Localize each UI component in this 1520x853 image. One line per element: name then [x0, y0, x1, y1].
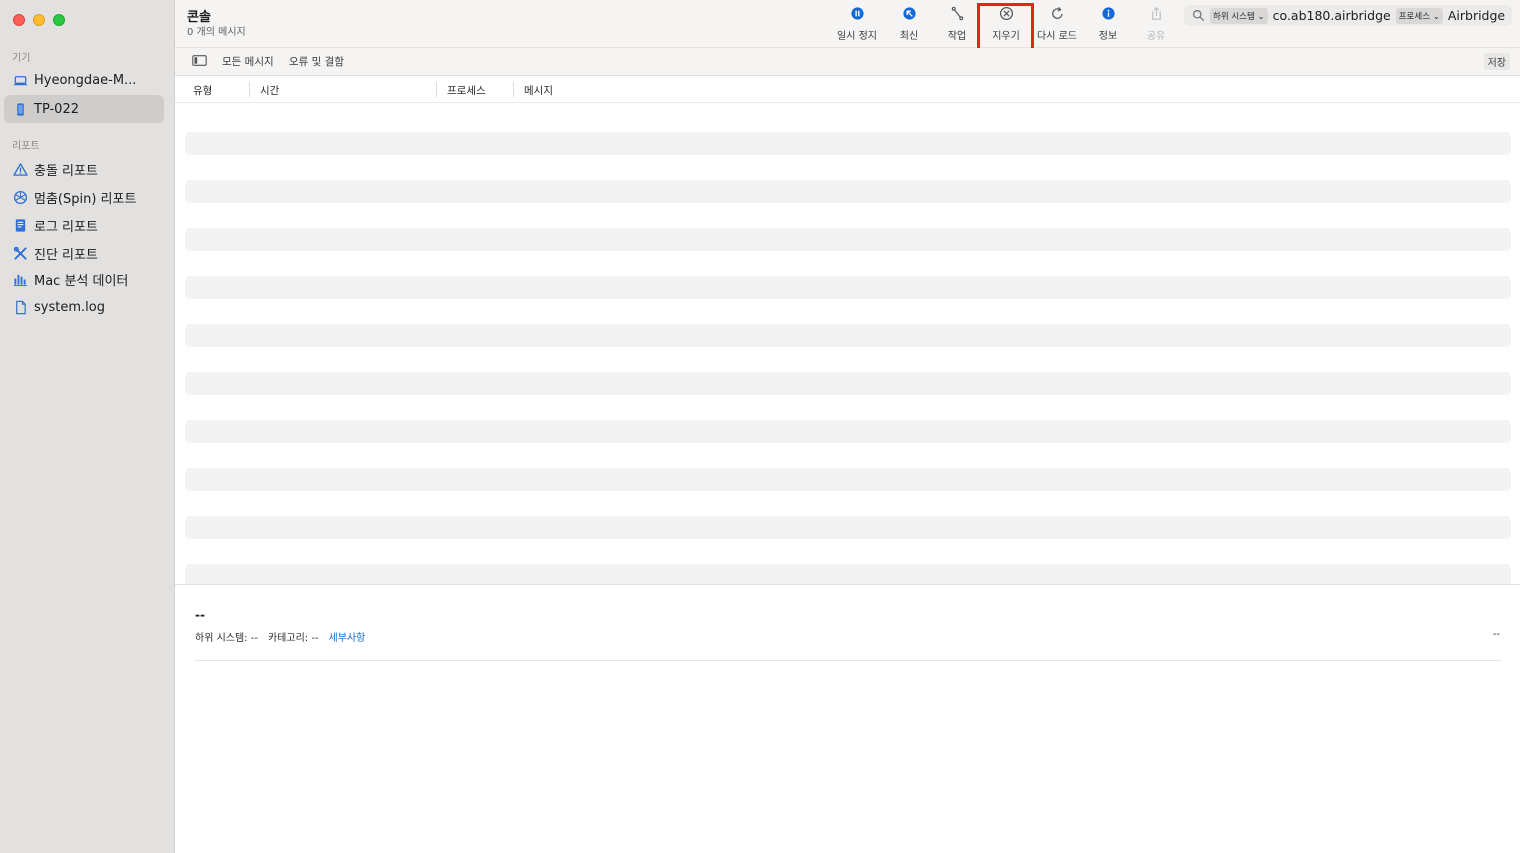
column-divider[interactable] — [249, 82, 250, 97]
column-header-time[interactable]: 시간 — [260, 83, 279, 98]
console-window: 기기 Hyeongdae-M... TP-022 리포트 충돌 리포트 멈춤(S — [0, 0, 1520, 853]
column-header-process[interactable]: 프로세스 — [447, 83, 486, 98]
search-icon — [1192, 9, 1205, 22]
info-button[interactable]: 정보 — [1082, 5, 1134, 42]
reload-icon — [1049, 5, 1065, 21]
reload-button[interactable]: 다시 로드 — [1031, 5, 1083, 42]
sidebar-item-label: Hyeongdae-M... — [34, 72, 137, 88]
process-filter-value[interactable]: Airbridge — [1448, 8, 1505, 23]
sidebar-item-label: 멈춤(Spin) 리포트 — [34, 191, 137, 207]
sidebar-item-crash-reports[interactable]: 충돌 리포트 — [4, 155, 164, 183]
empty-table-row — [185, 420, 1511, 443]
clear-button[interactable]: 지우기 — [980, 5, 1032, 42]
column-header-type[interactable]: 유형 — [193, 83, 212, 98]
column-header-message[interactable]: 메시지 — [524, 83, 553, 98]
minimize-window-button[interactable] — [33, 14, 45, 26]
sidebar-item-label: 진단 리포트 — [34, 247, 98, 263]
subsystem-filter-token[interactable]: 하위 시스템 ⌄ — [1210, 7, 1268, 24]
zoom-window-button[interactable] — [53, 14, 65, 26]
empty-table-row — [185, 516, 1511, 539]
sidebar-item-device-mac[interactable]: Hyeongdae-M... — [4, 66, 164, 94]
sidebar-item-log-reports[interactable]: 로그 리포트 — [4, 211, 164, 239]
share-button[interactable]: 공유 — [1130, 5, 1182, 42]
toolbar: 콘솔 0 개의 메시지 일시 정지 최신 작업 지우기 다시 로드 정보 공유 … — [175, 0, 1520, 48]
details-link[interactable]: 세부사항 — [329, 629, 366, 644]
log-table-header: 유형 시간 프로세스 메시지 — [175, 77, 1520, 103]
sidebar-item-label: TP-022 — [34, 101, 79, 117]
bar-chart-icon — [12, 271, 28, 287]
window-controls — [13, 14, 65, 26]
all-messages-filter[interactable]: 모든 메시지 — [222, 54, 274, 69]
reports-section-label: 리포트 — [12, 141, 40, 152]
devices-section-label: 기기 — [12, 53, 31, 64]
info-icon — [1100, 5, 1116, 21]
detail-title: -- — [195, 608, 205, 622]
close-window-button[interactable] — [13, 14, 25, 26]
detail-separator — [195, 660, 1501, 661]
sidebar-item-diagnostic-reports[interactable]: 진단 리포트 — [4, 239, 164, 267]
pause-icon — [849, 5, 865, 21]
sidebar-item-system-log[interactable]: system.log — [4, 293, 164, 321]
subsystem-meta: 하위 시스템: -- — [195, 633, 258, 644]
subsystem-filter-value[interactable]: co.ab180.airbridge — [1273, 8, 1391, 23]
warning-icon — [12, 161, 28, 177]
activities-button[interactable]: 작업 — [931, 5, 983, 42]
arrow-up-left-icon — [901, 5, 917, 21]
empty-table-row — [185, 564, 1511, 584]
sidebar-item-label: 충돌 리포트 — [34, 163, 98, 179]
sidebar-item-device-tp022[interactable]: TP-022 — [4, 95, 164, 123]
empty-table-row — [185, 468, 1511, 491]
sidebar-item-mac-analytics[interactable]: Mac 분석 데이터 — [4, 265, 164, 293]
log-document-icon — [12, 217, 28, 233]
empty-table-row — [185, 276, 1511, 299]
latest-button[interactable]: 최신 — [883, 5, 935, 42]
sidebar-toggle-icon[interactable] — [192, 55, 207, 66]
spin-icon — [12, 189, 28, 205]
column-divider[interactable] — [513, 82, 514, 97]
process-filter-token[interactable]: 프로세스 ⌄ — [1395, 7, 1443, 24]
column-divider[interactable] — [436, 82, 437, 97]
sidebar-item-label: Mac 분석 데이터 — [34, 273, 129, 289]
phone-icon — [12, 101, 28, 117]
sidebar-item-label: 로그 리포트 — [34, 219, 98, 235]
activity-icon — [949, 5, 965, 21]
sidebar-item-label: system.log — [34, 299, 105, 315]
main-content: 콘솔 0 개의 메시지 일시 정지 최신 작업 지우기 다시 로드 정보 공유 … — [175, 0, 1520, 853]
empty-table-row — [185, 132, 1511, 155]
errors-faults-filter[interactable]: 오류 및 결함 — [289, 54, 344, 69]
file-icon — [12, 299, 28, 315]
clear-icon — [998, 5, 1014, 21]
tools-icon — [12, 245, 28, 261]
search-field[interactable]: 하위 시스템 ⌄ co.ab180.airbridge 프로세스 ⌄ Airbr… — [1184, 5, 1512, 26]
sidebar: 기기 Hyeongdae-M... TP-022 리포트 충돌 리포트 멈춤(S — [0, 0, 175, 853]
share-icon — [1148, 5, 1164, 21]
empty-table-row — [185, 228, 1511, 251]
category-meta: 카테고리: -- — [267, 633, 319, 644]
empty-table-row — [185, 180, 1511, 203]
pause-button[interactable]: 일시 정지 — [831, 5, 883, 42]
message-count: 0 개의 메시지 — [187, 27, 246, 38]
detail-meta: 하위 시스템: -- 카테고리: -- 세부사항 — [195, 629, 365, 644]
filter-bar: 모든 메시지 오류 및 결함 저장 — [175, 48, 1520, 76]
laptop-icon — [12, 72, 28, 88]
detail-pane-divider[interactable] — [175, 584, 1520, 585]
sidebar-item-spin-reports[interactable]: 멈춤(Spin) 리포트 — [4, 183, 164, 211]
save-button[interactable]: 저장 — [1483, 53, 1510, 70]
detail-right-value: -- — [1492, 629, 1500, 640]
empty-table-row — [185, 324, 1511, 347]
empty-table-row — [185, 372, 1511, 395]
